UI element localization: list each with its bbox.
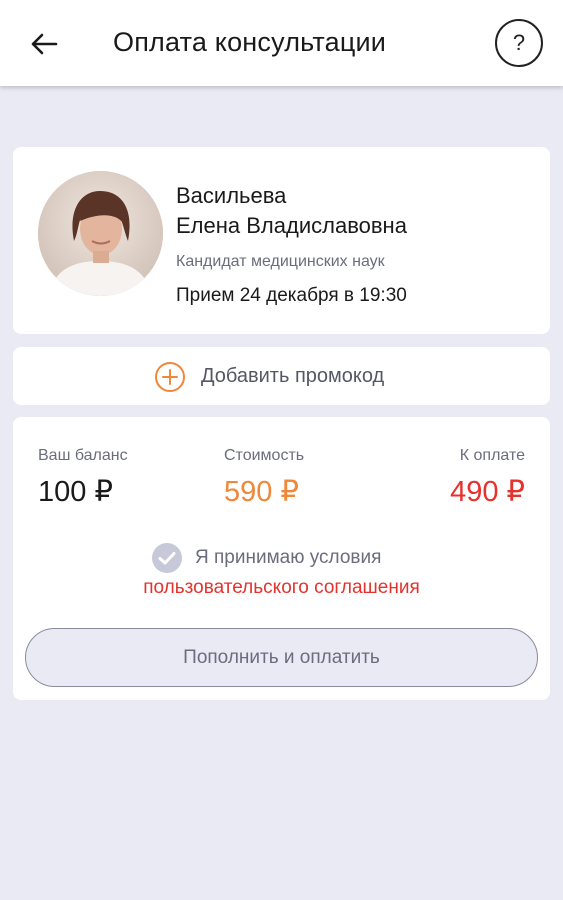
doctor-photo bbox=[38, 171, 163, 296]
page-title: Оплата консультации bbox=[113, 27, 387, 57]
doctor-degree: Кандидат медицинских наук bbox=[176, 253, 385, 270]
cost-label: Стоимость bbox=[224, 447, 305, 464]
appointment-time: Прием 24 декабря в 19:30 bbox=[176, 285, 407, 306]
user-agreement-link[interactable]: пользовательского соглашения bbox=[13, 577, 550, 599]
doctor-avatar bbox=[38, 171, 163, 296]
check-circle-icon bbox=[152, 543, 182, 573]
plus-circle-icon bbox=[155, 362, 185, 392]
to-pay-value: 490 ₽ bbox=[450, 476, 525, 508]
balance-value: 100 ₽ bbox=[38, 476, 113, 508]
agree-checkbox[interactable]: Я принимаю условия bbox=[151, 542, 381, 574]
agree-text: Я принимаю условия bbox=[195, 547, 382, 568]
cost-value: 590 ₽ bbox=[224, 476, 299, 508]
doctor-card: Васильева Елена Владиславовна Кандидат м… bbox=[13, 147, 550, 334]
balance-label: Ваш баланс bbox=[38, 447, 128, 464]
top-up-and-pay-button[interactable]: Пополнить и оплатить bbox=[25, 628, 538, 687]
add-promo-label: Добавить промокод bbox=[201, 365, 385, 387]
back-button[interactable] bbox=[22, 22, 66, 66]
arrow-left-icon bbox=[31, 33, 58, 55]
to-pay-label: К оплате bbox=[459, 447, 525, 464]
doctor-last-name: Васильева bbox=[176, 183, 287, 208]
doctor-first-middle-name: Елена Владиславовна bbox=[176, 213, 407, 238]
app-bar: Оплата консультации ? bbox=[0, 0, 563, 86]
help-button[interactable]: ? bbox=[495, 19, 543, 67]
add-promo-button[interactable]: Добавить промокод bbox=[13, 347, 550, 405]
payment-card: Ваш баланс 100 ₽ Стоимость 590 ₽ К оплат… bbox=[13, 417, 550, 700]
